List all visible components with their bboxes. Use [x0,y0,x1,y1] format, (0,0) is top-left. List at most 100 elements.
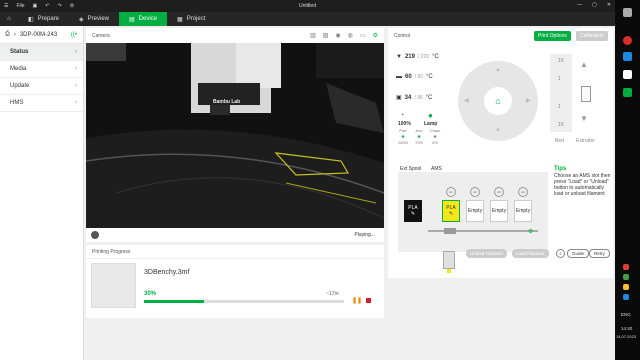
printer-icon: ⎙ [5,31,10,37]
unload-filament-button[interactable]: Unload Filament [466,249,507,258]
bambu-studio-icon[interactable] [623,88,632,97]
z-up-1-label[interactable]: 1 [558,76,561,82]
ams-slot-a1[interactable]: PLA ✎ [442,200,460,222]
edit-icon: ✎ [410,211,416,217]
camera-title: Camera [92,32,110,39]
tab-project[interactable]: ▦ Project [167,12,215,26]
tab-preview[interactable]: ◈ Preview [69,12,119,26]
recording-icon[interactable]: ◉ [335,32,340,39]
nozzle-temp[interactable]: ▼ 219/ 220 °C [396,54,439,60]
chamber-temp[interactable]: ▣ 34/ 36 °C [396,94,432,102]
maximize-icon[interactable]: ▢ [592,2,597,8]
camera-feed: Bambu Lab [86,43,384,228]
chamber-temp-target: / 36 [414,94,423,101]
lamp-icon[interactable]: ● [428,111,433,120]
camera-settings-icon[interactable]: ⚙ [373,32,378,39]
arrow-right-icon[interactable]: ▶ [526,97,531,104]
arrow-left-icon[interactable]: ◀ [464,97,469,104]
sidebar-item-update[interactable]: Update › [0,78,83,95]
print-options-button[interactable]: Print Options [534,31,571,41]
printing-progress-panel: Printing Progress 3DBenchy.3mf 30% ~17m … [86,245,384,318]
ams-slot-a3[interactable]: Empty [490,200,508,222]
ext-spool-slot[interactable]: PLA ✎ [404,200,422,222]
nozzle-temp-value: 219 [404,54,415,60]
undo-icon[interactable]: ↶ [45,3,49,9]
ams-settings-icon[interactable]: ⚙ [528,228,533,235]
sidebar-item-media[interactable]: Media › [0,61,83,78]
app-icon[interactable] [623,70,632,79]
z-down-10-label[interactable]: 10 [558,122,564,128]
fan-icon[interactable]: ✱ [412,134,426,139]
settings-icon[interactable]: ⚙ [70,3,74,9]
project-icon: ▦ [177,16,183,23]
video-icon[interactable]: ▭ [360,32,366,39]
tab-prepare[interactable]: ◧ Prepare [18,12,69,26]
home-axes-button[interactable]: ⌂ [484,87,512,115]
play-button[interactable] [91,231,99,239]
tray-icon[interactable] [623,284,629,290]
app-icon[interactable] [623,52,632,61]
redo-icon[interactable]: ↷ [57,3,61,9]
temp-unit: °C [432,54,439,60]
arrow-up-icon[interactable]: ▲ [495,67,501,73]
app-icon[interactable] [623,8,632,17]
model-thumbnail [91,263,136,308]
device-selector[interactable]: ⎙ › 3DP-00M-243 ((• [0,26,83,44]
bed-z-controls: 10 1 1 10 [550,54,572,132]
xy-jog-dial[interactable]: ▲ ▼ ◀ ▶ ⌂ [458,61,538,141]
guide-button[interactable]: Guide [567,249,590,258]
sidebar-item-hms[interactable]: HMS › [0,95,83,112]
cube-icon: ◧ [28,16,34,23]
extrude-up-icon[interactable]: ▲ [580,60,588,69]
retry-button[interactable]: Retry [589,249,610,258]
tray-icon[interactable] [623,274,629,280]
fan-chamber-label: Cham [429,128,441,133]
stop-button[interactable] [366,298,371,303]
extrude-down-icon[interactable]: ▼ [580,114,588,123]
file-menu[interactable]: File [16,3,24,9]
clock-time[interactable]: 14:40 [621,326,632,331]
ams-slot-a2[interactable]: Empty [466,200,484,222]
tab-device[interactable]: ▤ Device [119,12,168,26]
sd-card-icon[interactable]: ▥ [310,32,316,39]
z-up-10-label[interactable]: 10 [558,58,564,64]
minimize-icon[interactable]: — [577,2,582,8]
extruder-label: Extruder [576,138,595,144]
tab-label: Preview [87,16,109,22]
load-filament-button[interactable]: Load Filament [512,249,549,258]
fan-part-value: 100% [397,140,409,145]
fan-icon[interactable]: ✱ [428,134,442,139]
sidebar-item-status[interactable]: Status › [0,44,83,61]
chamber-temp-value: 34 [404,94,412,101]
time-remaining: ~17m [326,291,339,297]
camera-image: Bambu Lab [86,43,384,228]
tray-icon[interactable] [623,264,629,270]
pause-button[interactable]: ❚❚ [352,297,362,304]
search-icon[interactable]: ⌕ [556,249,565,258]
temp-unit: °C [426,74,433,80]
close-icon[interactable]: ✕ [607,2,611,8]
z-down-1-label[interactable]: 1 [558,104,561,110]
clock-date[interactable]: 14.07.2023 [616,334,636,339]
speed-icon[interactable]: ◔ [400,112,404,119]
tab-label: Prepare [37,16,60,22]
arrow-down-icon[interactable]: ▼ [495,128,501,134]
timelapse-icon[interactable]: ▧ [323,32,329,39]
save-icon[interactable]: ▣ [33,3,38,9]
tray-icon[interactable] [623,294,629,300]
file-name: 3DBenchy.3mf [144,269,190,276]
fan-icon[interactable]: ✱ [396,134,410,139]
home-tab[interactable]: ⌂ [0,12,18,26]
bed-temp[interactable]: ▬ 60/ 60 °C [396,74,433,80]
windows-taskbar: ENG 14:40 14.07.2023 [615,0,640,360]
ams-slot-a4[interactable]: Empty [514,200,532,222]
chrome-icon[interactable] [623,36,632,45]
chevron-right-icon: › [75,49,77,55]
slot-label: Empty [515,208,531,214]
snapshot-icon[interactable]: ◍ [348,32,353,39]
app-menu-icon[interactable]: ☰ [4,3,8,9]
nozzle-icon: ▼ [396,54,402,60]
chevron-right-icon: › [75,100,77,106]
calibration-button[interactable]: Calibration [576,31,608,41]
language-indicator[interactable]: ENG [621,312,631,317]
